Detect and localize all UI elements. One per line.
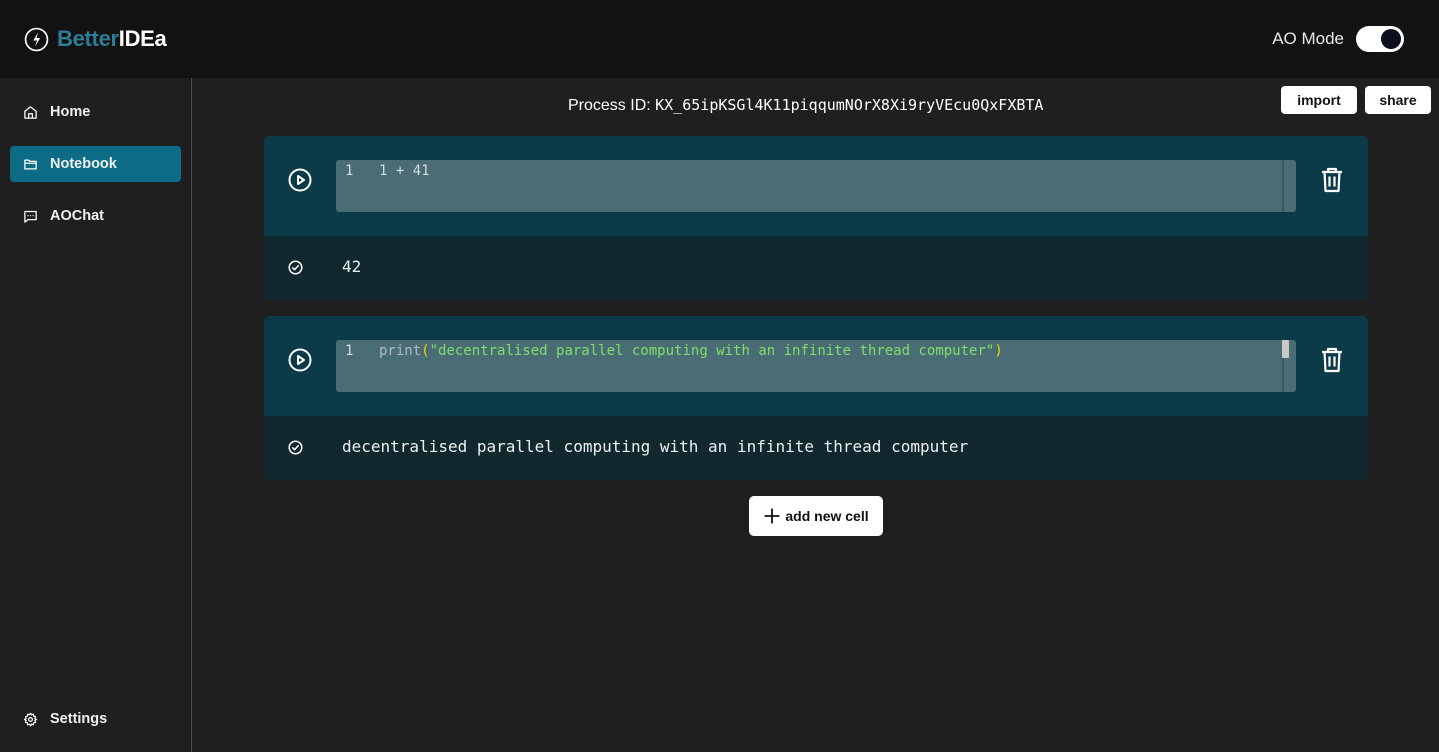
code-text: 1 + 41 — [379, 163, 430, 179]
sidebar-item-home[interactable]: Home — [10, 94, 181, 130]
import-button[interactable]: import — [1281, 86, 1357, 114]
run-cell-icon[interactable] — [288, 168, 312, 192]
code-paren-open: ( — [421, 343, 430, 359]
check-circle-icon — [288, 440, 303, 455]
add-cell-button[interactable]: add new cell — [749, 496, 883, 536]
code-editor[interactable]: 1 print("decentralised parallel computin… — [336, 340, 1296, 392]
code-editor[interactable]: 1 1 + 41 — [336, 160, 1296, 212]
cell-output-area: decentralised parallel computing with an… — [264, 416, 1368, 480]
sidebar-item-label: Notebook — [50, 156, 117, 172]
home-icon — [24, 105, 37, 119]
code-function: print — [379, 343, 422, 359]
code-paren-close: ) — [994, 343, 1003, 359]
share-button[interactable]: share — [1365, 86, 1431, 114]
logo-icon — [24, 27, 49, 51]
code-string: "decentralised parallel computing with a… — [429, 343, 995, 359]
cell-output: 42 — [342, 257, 362, 276]
editor-scrollbar[interactable] — [1282, 160, 1284, 212]
sidebar-item-settings[interactable]: Settings — [10, 701, 181, 737]
line-number: 1 — [345, 163, 354, 179]
gear-icon — [23, 712, 38, 726]
cell-input-area: 1 print("decentralised parallel computin… — [264, 316, 1368, 416]
sidebar: Home Notebook AOChat Settings — [0, 78, 192, 752]
plus-icon — [764, 508, 781, 524]
ao-mode-toggle[interactable] — [1356, 26, 1404, 52]
sidebar-item-label: Settings — [50, 711, 108, 727]
folder-icon — [24, 159, 37, 169]
ao-mode-control: AO Mode — [1272, 26, 1404, 52]
notebook-cell: 1 print("decentralised parallel computin… — [264, 316, 1368, 480]
process-id-label: Process ID: — [568, 97, 651, 114]
chat-icon — [24, 210, 37, 223]
cell-input-area: 1 1 + 41 — [264, 136, 1368, 236]
notebook-cell: 1 1 + 41 42 — [264, 136, 1368, 300]
toggle-knob — [1381, 29, 1401, 49]
editor-scrollbar-thumb[interactable] — [1282, 340, 1289, 358]
top-bar: BetterIDEa AO Mode — [0, 0, 1439, 78]
check-circle-icon — [288, 260, 303, 275]
brand-logo[interactable]: BetterIDEa — [24, 26, 167, 52]
run-cell-icon[interactable] — [288, 348, 312, 372]
add-cell-label: add new cell — [785, 508, 869, 524]
sidebar-item-notebook[interactable]: Notebook — [10, 146, 181, 182]
trash-icon[interactable] — [1320, 167, 1344, 193]
cell-output: decentralised parallel computing with an… — [342, 437, 969, 456]
process-id-display: Process ID: KX_65ipKSGl4K11piqqumNOrX8Xi… — [568, 96, 1043, 115]
brand-name: BetterIDEa — [57, 26, 167, 51]
sidebar-item-label: AOChat — [50, 208, 104, 224]
sidebar-item-label: Home — [50, 104, 91, 120]
process-id-value: KX_65ipKSGl4K11piqqumNOrX8Xi9ryVEcu0QxFX… — [655, 96, 1044, 114]
trash-icon[interactable] — [1320, 347, 1344, 373]
line-number: 1 — [345, 343, 354, 359]
cell-output-area: 42 — [264, 236, 1368, 300]
ao-mode-label: AO Mode — [1272, 29, 1344, 48]
code-text: print("decentralised parallel computing … — [379, 343, 1003, 359]
sidebar-item-aochat[interactable]: AOChat — [10, 198, 181, 234]
